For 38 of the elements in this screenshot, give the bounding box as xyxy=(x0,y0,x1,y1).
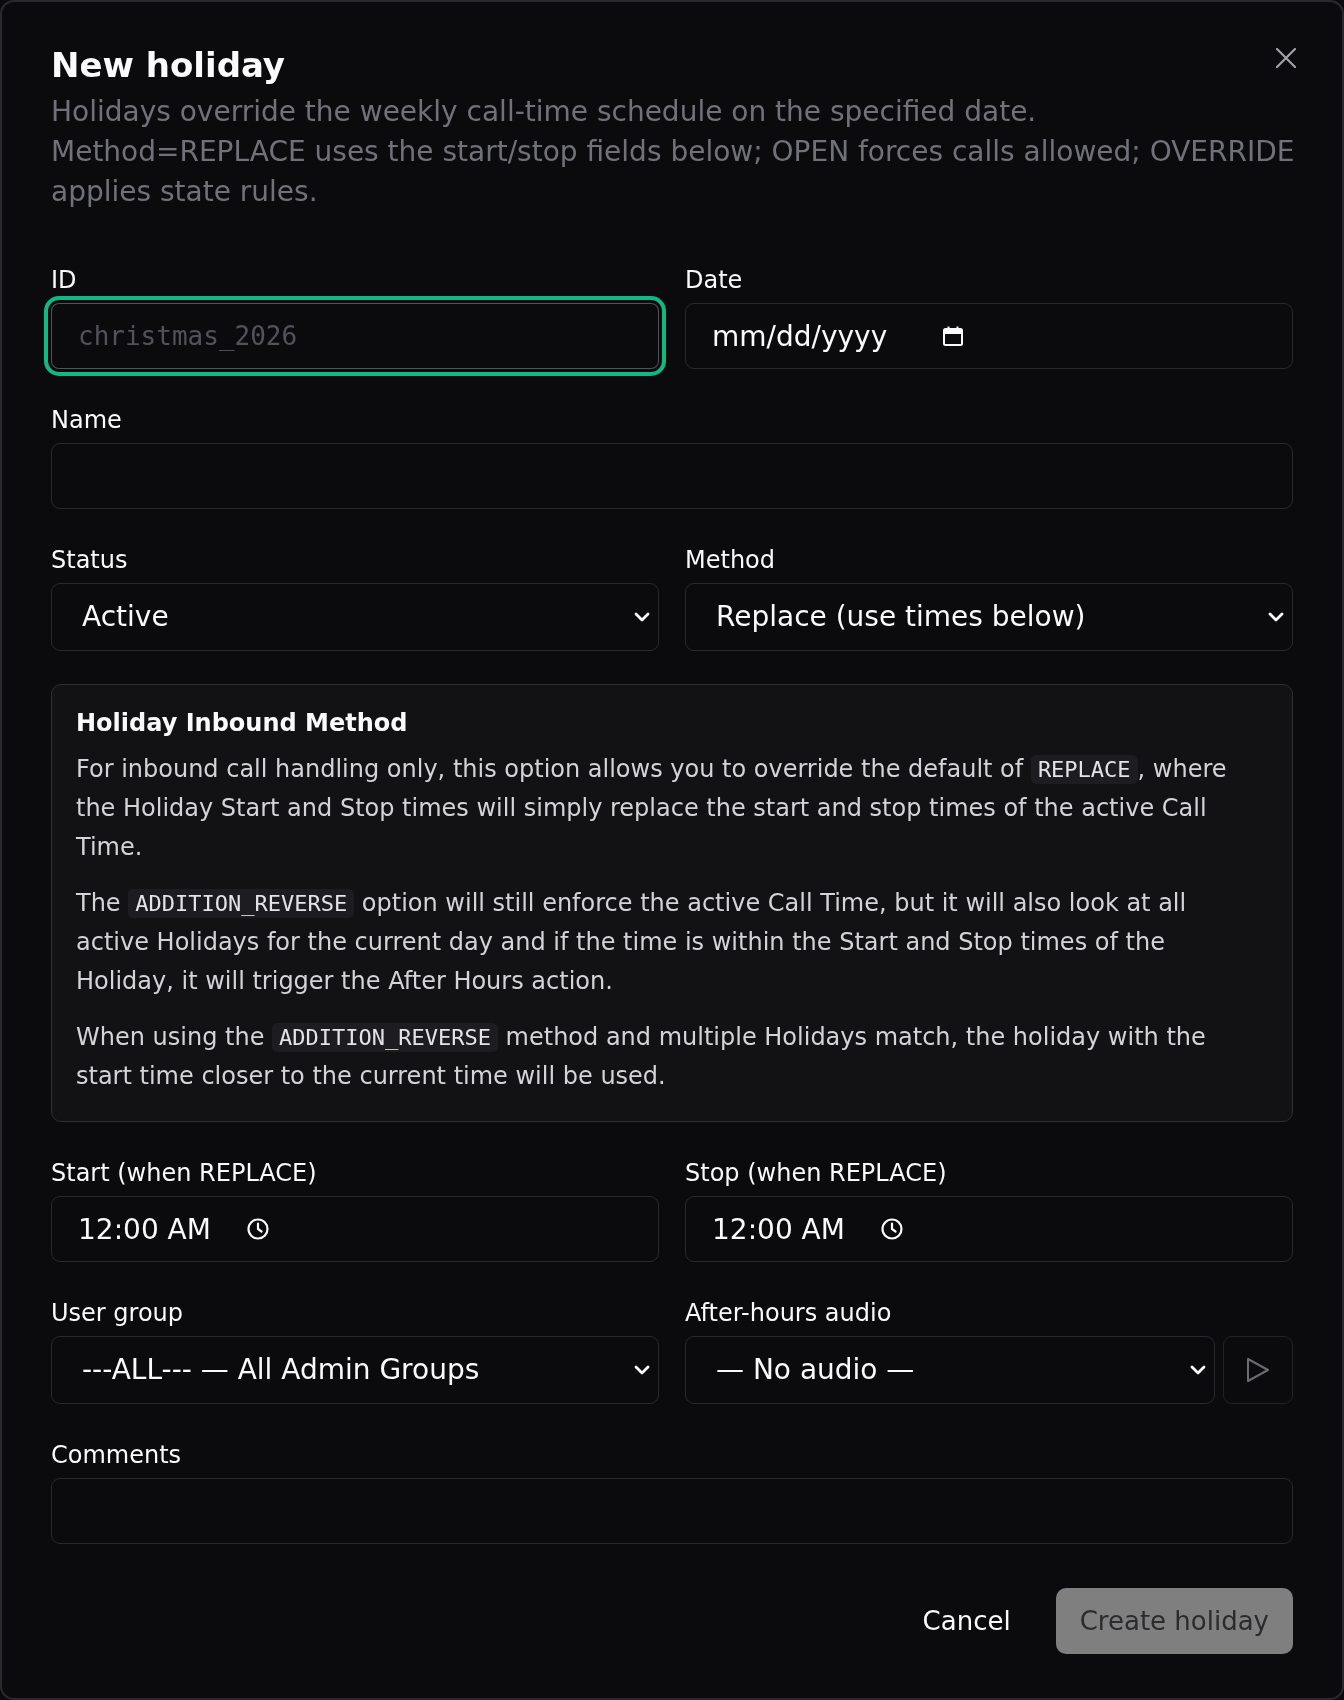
chevron-down-icon xyxy=(1268,612,1284,622)
close-icon xyxy=(1276,48,1296,68)
field-label: After-hours audio xyxy=(685,1298,893,1329)
chevron-down-icon xyxy=(1190,1365,1206,1375)
dialog-description: Holidays override the weekly call-time schedule on the specified date. Method=REPLACE uses the start/stop fields below; OPEN forces calls allowed; OVERRIDE applies state rules. xyxy=(51,94,1296,210)
select-field[interactable]: Replace (use times below) xyxy=(685,583,1293,651)
clock-icon[interactable] xyxy=(247,1218,269,1240)
time-field[interactable]: 12:00 AM xyxy=(51,1196,659,1262)
clock-icon[interactable] xyxy=(881,1218,903,1240)
info-paragraph: When using the ADDITION_REVERSE method and multiple Holidays match, the holiday with the start time closer to the current time will be used. xyxy=(76,1022,1207,1092)
text-field[interactable]: christmas_2026 xyxy=(44,296,666,376)
chevron-down-icon xyxy=(634,1365,650,1375)
field-label: Comments xyxy=(51,1440,183,1471)
field-label: Date xyxy=(685,265,744,296)
play-icon xyxy=(1246,1357,1270,1383)
select-field[interactable]: ---ALL--- — All Admin Groups xyxy=(51,1336,659,1404)
date-field[interactable]: mm/dd/yyyy xyxy=(685,303,1293,369)
field-label: Stop (when REPLACE) xyxy=(685,1158,948,1189)
field-label: ID xyxy=(51,265,78,296)
text-field[interactable] xyxy=(51,443,1293,509)
info-paragraph: The ADDITION_REVERSE option will still enforce the active Call Time, but it will also look at all active Holidays for the current day and if the time is within the Start and Stop times of the Holiday, it will trigger the After Hours action. xyxy=(76,888,1188,997)
calendar-icon[interactable] xyxy=(943,326,963,346)
text-field[interactable] xyxy=(51,1478,1293,1544)
play-button[interactable] xyxy=(1223,1336,1293,1404)
field-label: Status xyxy=(51,545,129,576)
chevron-down-icon xyxy=(634,612,650,622)
close-button[interactable] xyxy=(1274,46,1298,70)
select-field[interactable]: — No audio — xyxy=(685,1336,1215,1404)
field-label: User group xyxy=(51,1298,185,1329)
info-title: Holiday Inbound Method xyxy=(76,708,409,739)
field-label: Start (when REPLACE) xyxy=(51,1158,318,1189)
dialog-title: New holiday xyxy=(51,45,286,85)
info-paragraph: For inbound call handling only, this option allows you to override the default of REPLACE , where the Holiday Start and Stop times will simply replace the start and stop times of the active Call Time. xyxy=(76,754,1228,863)
select-field[interactable]: Active xyxy=(51,583,659,651)
field-label: Method xyxy=(685,545,776,576)
field-label: Name xyxy=(51,405,123,436)
time-field[interactable]: 12:00 AM xyxy=(685,1196,1293,1262)
text-button[interactable]: Cancel xyxy=(898,1588,1035,1654)
